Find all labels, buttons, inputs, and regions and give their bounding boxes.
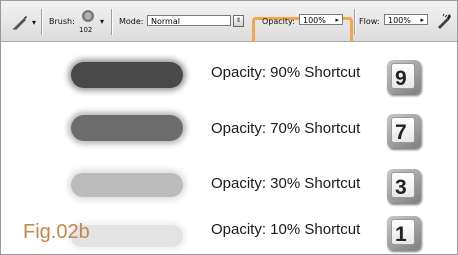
key-label: 9: [391, 63, 415, 90]
mode-dropdown-stepper-icon[interactable]: ⇕: [233, 15, 244, 27]
toolbar-separator: [41, 9, 43, 35]
brush-size-value: 102: [79, 26, 93, 34]
row-label: Opacity: 30% Shortcut: [211, 175, 361, 192]
key-label: 1: [391, 219, 415, 246]
row-label: Opacity: 70% Shortcut: [211, 120, 361, 137]
row-label: Opacity: 90% Shortcut: [211, 64, 361, 81]
key-label: 3: [391, 172, 415, 199]
key-3: 3: [387, 169, 421, 203]
mode-value: Normal: [151, 17, 180, 26]
screenshot-frame: ▾ Brush: 102 ▾ Mode: Normal ⇕ Opacity: 1…: [0, 0, 458, 255]
opacity-field[interactable]: 100% ▸: [299, 14, 343, 25]
flow-field[interactable]: 100% ▸: [384, 14, 428, 25]
tool-preset-arrow-icon[interactable]: ▾: [32, 18, 36, 27]
key-9: 9: [387, 60, 421, 94]
airbrush-icon[interactable]: [435, 12, 453, 30]
key-1: 1: [387, 216, 421, 250]
opacity-value: 100%: [303, 16, 326, 25]
brush-preview-icon[interactable]: [81, 9, 95, 23]
brush-picker-arrow-icon[interactable]: ▾: [100, 17, 104, 26]
mode-dropdown[interactable]: Normal: [147, 15, 231, 26]
opacity-label: Opacity:: [262, 17, 295, 26]
key-7: 7: [387, 114, 421, 148]
brush-stroke-90: [71, 62, 183, 88]
row-label: Opacity: 10% Shortcut: [211, 221, 361, 238]
brush-stroke-30: [71, 173, 183, 197]
figure-label: Fig.02b: [23, 221, 90, 243]
flow-label: Flow:: [359, 17, 380, 26]
brush-stroke-70: [71, 115, 183, 141]
options-toolbar: ▾ Brush: 102 ▾ Mode: Normal ⇕ Opacity: 1…: [1, 1, 457, 46]
key-label: 7: [391, 117, 415, 144]
brush-label: Brush:: [49, 17, 75, 26]
toolbar-separator: [354, 9, 356, 35]
opacity-slider-arrow-icon[interactable]: ▸: [335, 15, 339, 26]
brush-tool-icon[interactable]: [11, 13, 29, 31]
toolbar-separator: [111, 9, 113, 35]
flow-slider-arrow-icon[interactable]: ▸: [420, 15, 424, 26]
mode-label: Mode:: [119, 17, 144, 26]
flow-value: 100%: [388, 16, 411, 25]
